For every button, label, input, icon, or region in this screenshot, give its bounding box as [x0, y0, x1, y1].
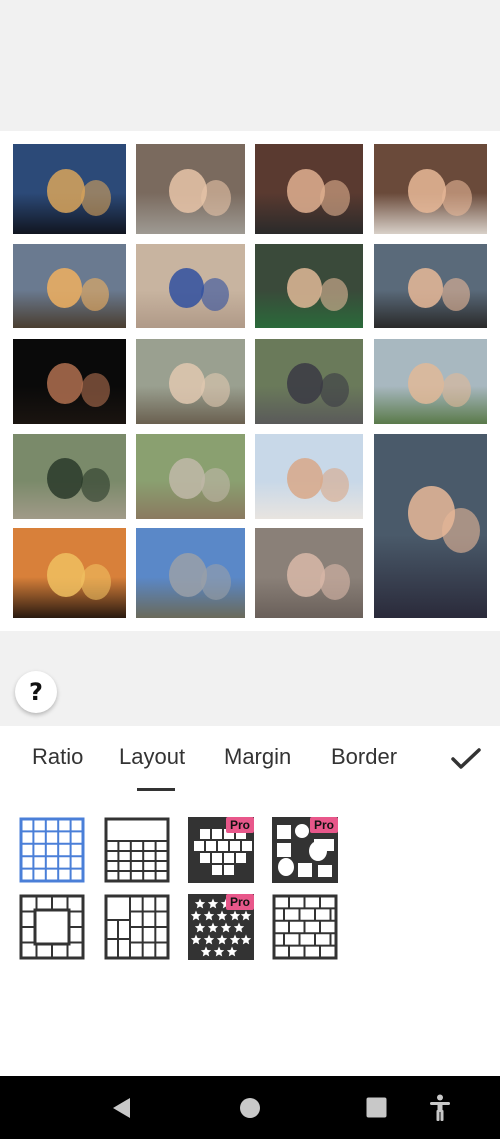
checkmark-icon[interactable] [450, 746, 482, 772]
collage-preview[interactable] [0, 131, 500, 631]
layout-grid-rows[interactable] [104, 817, 170, 883]
photo-couple-coast[interactable] [374, 339, 487, 424]
layout-brick[interactable] [272, 894, 338, 960]
layout-heart[interactable]: Pro [188, 817, 254, 883]
layout-circles[interactable]: Pro [272, 817, 338, 883]
photo-kids-sleeping[interactable] [136, 144, 245, 234]
layout-brick-icon [272, 894, 338, 960]
tab-margin[interactable]: Margin [224, 744, 291, 774]
photo-mother-son-selfie[interactable] [255, 244, 363, 328]
photo-family-large[interactable] [374, 434, 487, 618]
home-icon[interactable] [239, 1097, 261, 1119]
accessibility-icon[interactable] [429, 1094, 451, 1122]
photo-pickup-truck[interactable] [255, 339, 363, 424]
photo-creek-bridge[interactable] [136, 434, 245, 519]
layout-grid-4x5[interactable] [19, 817, 85, 883]
layout-grid-rows-icon [104, 817, 170, 883]
recents-icon[interactable] [366, 1097, 387, 1118]
photo-city-skyline[interactable] [136, 528, 245, 618]
tab-layout[interactable]: Layout [119, 744, 185, 774]
layout-frame-center-icon [19, 894, 85, 960]
layout-stars[interactable]: Pro [188, 894, 254, 960]
canvas-top-area [0, 0, 500, 130]
photo-night-selfie[interactable] [13, 339, 126, 424]
system-nav-bar [0, 1076, 500, 1139]
pro-badge: Pro [225, 894, 254, 910]
layout-grid-4x5-icon [19, 817, 85, 883]
tab-ratio[interactable]: Ratio [32, 744, 83, 774]
tab-bar: Ratio Layout Margin Border [0, 726, 500, 796]
pro-badge: Pro [309, 817, 338, 833]
photo-dusk-sky[interactable] [13, 144, 126, 234]
layout-panel: Ratio Layout Margin Border Pro Pro Pro [0, 726, 500, 1076]
help-button[interactable]: ? [15, 671, 57, 713]
back-icon[interactable] [110, 1096, 134, 1120]
photo-family-selfie-2[interactable] [255, 434, 363, 519]
layout-frame-center[interactable] [19, 894, 85, 960]
photo-sunset-desert[interactable] [13, 244, 126, 328]
photo-family-selfie-1[interactable] [255, 144, 363, 234]
photo-mother-son-kiss[interactable] [374, 144, 487, 234]
photo-trail-walk[interactable] [13, 434, 126, 519]
active-tab-indicator [137, 788, 175, 791]
help-area: ? [0, 631, 500, 726]
layout-mixed-grid[interactable] [104, 894, 170, 960]
pro-badge: Pro [225, 817, 254, 833]
photo-couple-selfie-1[interactable] [374, 244, 487, 328]
photo-pitbull-dog[interactable] [255, 528, 363, 618]
tab-border[interactable]: Border [331, 744, 397, 774]
photo-family-outdoors[interactable] [136, 339, 245, 424]
photo-child-on-swing[interactable] [136, 244, 245, 328]
layout-mixed-grid-icon [104, 894, 170, 960]
photo-orange-sunset[interactable] [13, 528, 126, 618]
